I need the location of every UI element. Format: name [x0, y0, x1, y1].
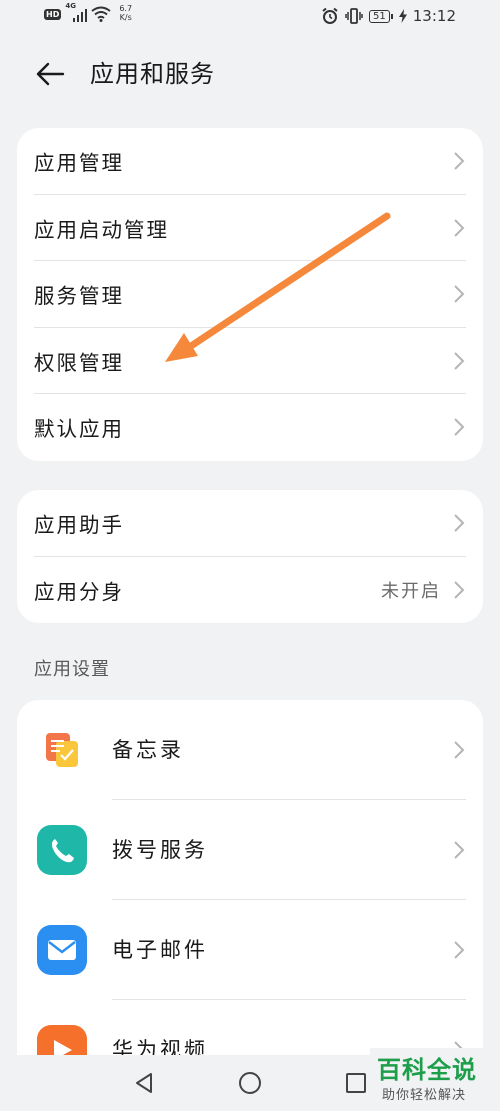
battery-level: 51	[369, 9, 390, 23]
chevron-right-icon	[454, 418, 465, 436]
status-left: HD 4G 6.7 K/s	[44, 2, 132, 22]
watermark-logo: 百科全说 助你轻松解决	[370, 1048, 492, 1104]
list-item-label: 服务管理	[34, 284, 124, 309]
chevron-right-icon	[454, 581, 465, 599]
nav-back-icon[interactable]	[132, 1071, 156, 1095]
list-item-label: 应用管理	[34, 151, 124, 176]
list-item-app-management[interactable]: 应用管理	[17, 128, 483, 195]
header: 应用和服务	[0, 44, 500, 104]
phone-icon	[37, 825, 87, 875]
nav-recents-icon[interactable]	[344, 1071, 368, 1095]
app-settings-card: 备忘录 拨号服务 电子邮件 华为视频	[17, 700, 483, 1080]
app-item-label: 电子邮件	[112, 938, 208, 962]
list-item-label: 权限管理	[34, 350, 124, 375]
app-item-label: 备忘录	[112, 738, 184, 762]
charging-icon	[398, 9, 407, 23]
app-item-memo[interactable]: 备忘录	[17, 700, 483, 800]
battery-icon: 51	[369, 9, 393, 23]
list-item-label: 应用启动管理	[34, 217, 169, 242]
chevron-right-icon	[454, 514, 465, 532]
back-button[interactable]	[32, 56, 68, 92]
list-item-permission-management[interactable]: 权限管理	[17, 328, 483, 394]
chevron-right-icon	[454, 352, 465, 370]
list-item-service-management[interactable]: 服务管理	[17, 261, 483, 328]
section-title: 应用设置	[34, 659, 110, 680]
speed-unit: K/s	[119, 13, 132, 22]
chevron-right-icon	[454, 152, 465, 170]
list-item-app-launch-management[interactable]: 应用启动管理	[17, 195, 483, 261]
watermark-title: 百科全说	[377, 1056, 477, 1084]
app-twin-status: 未开启	[381, 580, 441, 602]
chevron-right-icon	[454, 841, 465, 859]
signal-icon: 4G	[65, 2, 88, 22]
hd-badge: HD	[44, 8, 62, 20]
wifi-icon	[91, 6, 111, 22]
list-item-default-apps[interactable]: 默认应用	[17, 394, 483, 461]
list-item-label: 应用分身	[34, 579, 124, 604]
list-item-label: 默认应用	[34, 417, 124, 442]
chevron-right-icon	[454, 741, 465, 759]
settings-card-2: 应用助手 应用分身 未开启	[17, 490, 483, 623]
chevron-right-icon	[454, 285, 465, 303]
alarm-icon	[322, 7, 338, 24]
list-item-app-assistant[interactable]: 应用助手	[17, 490, 483, 557]
app-item-dialer[interactable]: 拨号服务	[17, 800, 483, 900]
watermark-subtitle: 助你轻松解决	[382, 1088, 467, 1103]
memo-icon	[37, 725, 87, 775]
chevron-right-icon	[454, 941, 465, 959]
page-title: 应用和服务	[90, 60, 215, 88]
list-item-label: 应用助手	[34, 513, 124, 538]
status-bar: HD 4G 6.7 K/s 51 13:12	[0, 0, 500, 36]
status-right: 51 13:12	[321, 7, 456, 25]
clock: 13:12	[412, 7, 456, 25]
email-icon	[37, 925, 87, 975]
back-arrow-icon	[36, 62, 65, 86]
app-item-email[interactable]: 电子邮件	[17, 900, 483, 1000]
network-speed: 6.7 K/s	[119, 4, 132, 22]
list-item-app-twin[interactable]: 应用分身 未开启	[17, 557, 483, 624]
chevron-right-icon	[454, 219, 465, 237]
app-item-label: 拨号服务	[112, 838, 208, 862]
settings-card-1: 应用管理 应用启动管理 服务管理 权限管理 默认应用	[17, 128, 483, 461]
nav-home-icon[interactable]	[238, 1071, 262, 1095]
vibrate-icon	[345, 8, 363, 24]
speed-value: 6.7	[119, 4, 133, 13]
